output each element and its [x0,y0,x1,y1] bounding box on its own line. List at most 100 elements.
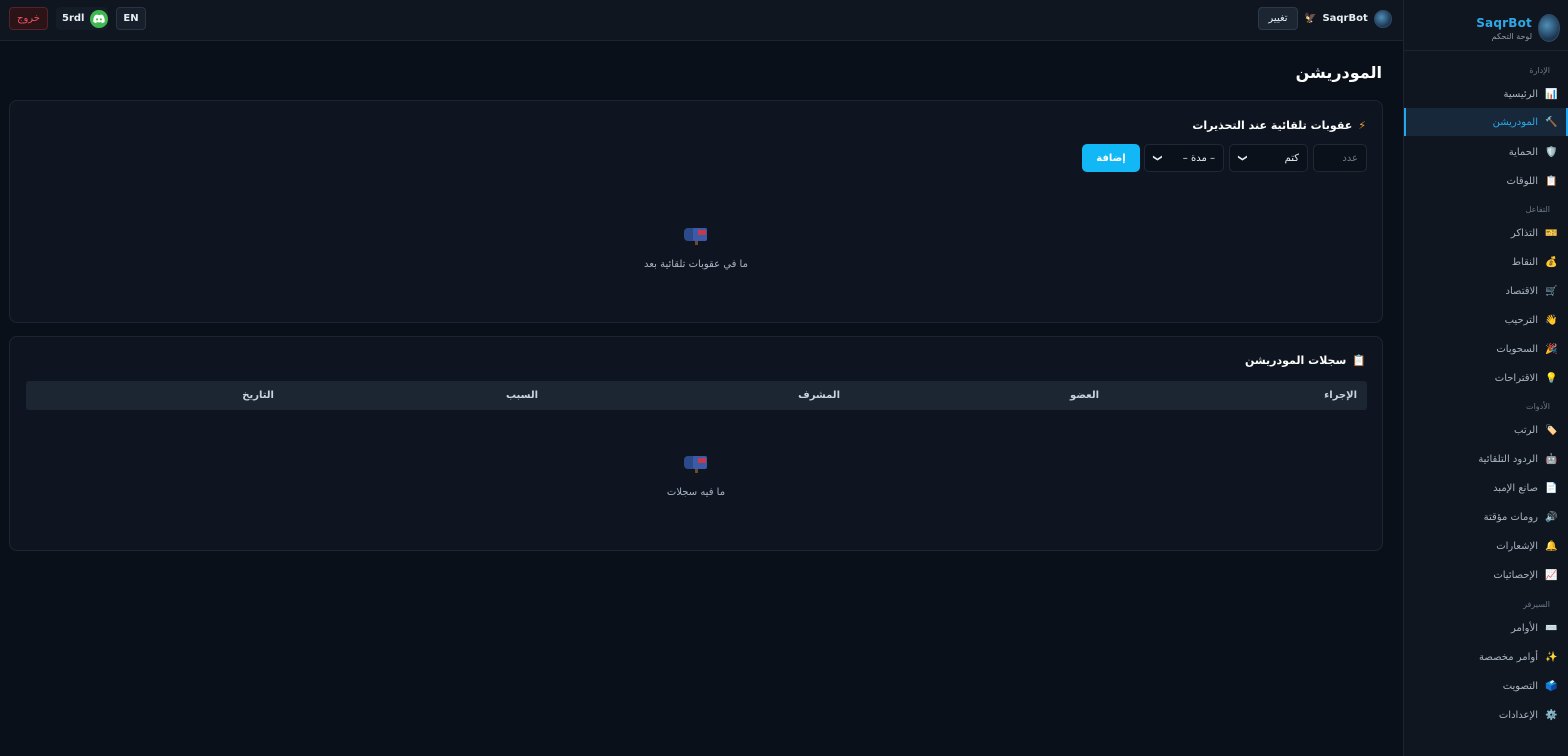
clipboard-icon: 📋 [1352,354,1366,367]
section-label-admin: الإدارة [1529,66,1550,75]
sidebar-item-label: السحوبات [1496,343,1538,355]
party-icon: 🎉 [1545,343,1558,355]
sidebar-item-giveaways[interactable]: 🎉 السحوبات [1404,335,1568,363]
sidebar-item-label: النقاط [1511,256,1538,268]
duration-select-value: – مدة – [1182,152,1215,164]
ticket-icon: 🎫 [1545,227,1558,239]
sidebar-item-home[interactable]: 📊 الرئيسية [1404,80,1568,108]
sidebar-item-label: رومات مؤقتة [1483,511,1538,523]
section-label-server: السيرفر [1523,600,1550,609]
sidebar-item-label: التذاكر [1510,227,1538,239]
action-select-value: كتم [1284,152,1299,164]
table-header: الإجراء العضو المشرف السبب التاريخ [26,381,1367,410]
bell-icon: 🔔 [1545,540,1558,552]
brand-logo [1538,14,1560,42]
sidebar-item-logs[interactable]: 📋 اللوقات [1404,167,1568,195]
card-title-text: عقوبات تلقائية عند التحذيرات [1192,119,1353,132]
sidebar: SaqrBot لوحة التحكم الإدارة 📊 الرئيسية 🔨… [1403,0,1568,756]
sidebar-item-label: الحماية [1508,146,1538,158]
mailbox-icon [683,225,709,245]
brand-name: SaqrBot [1476,15,1532,30]
divider [1404,50,1568,51]
chevron-down-icon: ❯ [1151,154,1162,162]
sidebar-item-label: الاقتراحات [1494,372,1538,384]
sidebar-item-label: المودريشن [1492,116,1538,128]
sidebar-item-suggestions[interactable]: 💡 الاقتراحات [1404,364,1568,392]
sidebar-item-label: اللوقات [1506,175,1538,187]
empty-state: ما فيه سجلات [10,453,1382,498]
sidebar-item-label: الإحصائيات [1493,569,1538,581]
topbar: خروج 5rdl EN تغيير 🦅 SaqrBot [0,0,1403,41]
sidebar-item-label: التصويت [1502,680,1538,692]
sidebar-item-label: الترحيب [1504,314,1538,326]
chevron-down-icon: ❯ [1236,154,1247,162]
auto-punishments-title: ⚡ عقوبات تلقائية عند التحذيرات [1192,119,1366,132]
section-label-interaction: التفاعل [1525,205,1550,214]
sidebar-item-temp-rooms[interactable]: 🔊 رومات مؤقتة [1404,503,1568,531]
column-header-action: الإجراء [1324,390,1357,401]
username: 5rdl [62,13,85,24]
sidebar-item-points[interactable]: 💰 النقاط [1404,248,1568,276]
empty-state-text: ما فيه سجلات [666,487,726,498]
sidebar-item-voting[interactable]: 🗳️ التصويت [1404,672,1568,700]
sidebar-item-auto-replies[interactable]: 🤖 الردود التلقائية [1404,445,1568,473]
add-punishment-button[interactable]: إضافة [1082,144,1140,172]
brand-subtitle: لوحة التحكم [1491,31,1532,41]
section-label-tools: الأدوات [1526,402,1550,411]
bot-chip: 🦅 SaqrBot [1304,7,1392,30]
keyboard-icon: ⌨️ [1545,622,1558,634]
sidebar-item-moderation[interactable]: 🔨 المودريشن [1404,108,1568,136]
empty-state-text: ما في عقوبات تلقائية بعد [644,259,748,270]
user-chip[interactable]: 5rdl [56,7,108,30]
count-placeholder: عدد [1342,152,1358,164]
column-header-member: العضو [1070,390,1099,401]
sidebar-item-tickets[interactable]: 🎫 التذاكر [1404,219,1568,247]
sidebar-item-custom-commands[interactable]: ✨ أوامر مخصصة [1404,643,1568,671]
column-header-date: التاريخ [242,390,274,401]
sidebar-item-embed-builder[interactable]: 📄 صانع الإمبد [1404,474,1568,502]
logout-button[interactable]: خروج [9,7,48,30]
cart-icon: 🛒 [1545,285,1558,297]
duration-select[interactable]: ❯ – مدة – [1144,144,1224,172]
sidebar-item-label: أوامر مخصصة [1479,651,1538,663]
change-server-button[interactable]: تغيير [1258,7,1298,30]
speaker-icon: 🔊 [1545,511,1558,523]
gear-icon: ⚙️ [1545,709,1558,721]
sidebar-item-welcome[interactable]: 👋 الترحيب [1404,306,1568,334]
clipboard-icon: 📋 [1545,175,1558,187]
column-header-moderator: المشرف [798,390,840,401]
sidebar-item-settings[interactable]: ⚙️ الإعدادات [1404,701,1568,729]
trending-up-icon: 📈 [1545,569,1558,581]
robot-icon: 🤖 [1545,453,1558,465]
sidebar-item-notifications[interactable]: 🔔 الإشعارات [1404,532,1568,560]
sidebar-item-label: الرئيسية [1503,88,1538,100]
hammer-icon: 🔨 [1545,116,1558,128]
sidebar-item-label: الإعدادات [1498,709,1538,721]
warn-count-input[interactable]: عدد [1313,144,1367,172]
action-select[interactable]: ❯ كتم [1229,144,1308,172]
money-bag-icon: 💰 [1545,256,1558,268]
language-toggle-button[interactable]: EN [116,7,146,30]
sparkles-icon: ✨ [1545,651,1558,663]
ballot-icon: 🗳️ [1545,680,1558,692]
sidebar-item-protection[interactable]: 🛡️ الحماية [1404,138,1568,166]
sidebar-item-label: صانع الإمبد [1493,482,1538,494]
document-icon: 📄 [1545,482,1558,494]
sidebar-item-label: الرتب [1514,424,1538,436]
sidebar-item-statistics[interactable]: 📈 الإحصائيات [1404,561,1568,589]
sidebar-item-roles[interactable]: 🏷️ الرتب [1404,416,1568,444]
empty-state: ما في عقوبات تلقائية بعد [10,225,1382,270]
brand[interactable]: SaqrBot لوحة التحكم [1410,8,1560,48]
sidebar-item-commands[interactable]: ⌨️ الأوامر [1404,614,1568,642]
falcon-icon: 🦅 [1304,13,1317,24]
page-title: المودريشن [1295,63,1382,82]
sidebar-item-label: الاقتصاد [1505,285,1538,297]
sidebar-item-label: الردود التلقائية [1478,453,1538,465]
lightning-icon: ⚡ [1358,119,1366,132]
chart-icon: 📊 [1545,88,1558,100]
sidebar-item-label: الإشعارات [1496,540,1538,552]
sidebar-item-economy[interactable]: 🛒 الاقتصاد [1404,277,1568,305]
tag-icon: 🏷️ [1545,424,1558,436]
discord-icon [90,9,108,28]
mailbox-icon [683,453,709,473]
